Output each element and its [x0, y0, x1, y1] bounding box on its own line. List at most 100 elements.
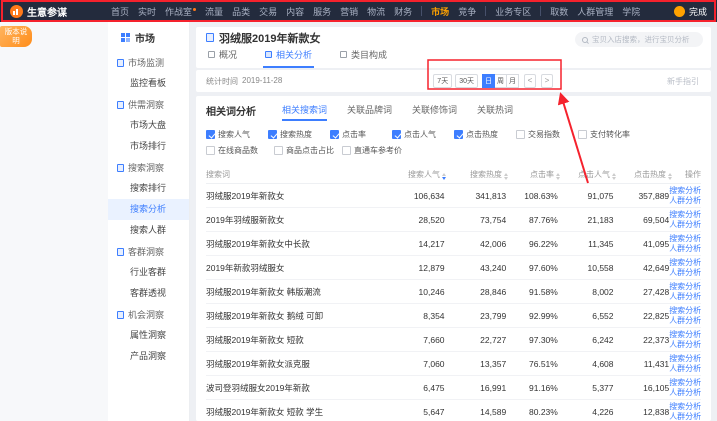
checkbox-icon[interactable] [274, 146, 283, 155]
column-header-搜索热度[interactable]: 搜索热度 [446, 169, 508, 180]
tab-相关分析[interactable]: 相关分析 [263, 46, 314, 68]
subtab-关联品牌词[interactable]: 关联品牌词 [347, 103, 392, 121]
prev-date-button[interactable]: < [524, 74, 536, 88]
filter-点击热度[interactable]: 点击热度 [454, 129, 516, 140]
sort-icon[interactable] [668, 173, 672, 180]
metric-value: 4,226 [558, 407, 614, 417]
checkbox-icon[interactable] [330, 130, 339, 139]
checkbox-icon[interactable] [392, 130, 401, 139]
sidebar-group-供需洞察[interactable]: 供需洞察 [108, 94, 189, 115]
action-人群分析[interactable]: 人群分析 [669, 268, 701, 278]
subtab-关联热词[interactable]: 关联热词 [477, 103, 513, 121]
action-人群分析[interactable]: 人群分析 [669, 412, 701, 421]
action-搜索分析[interactable]: 搜索分析 [669, 186, 701, 196]
action-人群分析[interactable]: 人群分析 [669, 388, 701, 398]
sidebar-group-客群洞察[interactable]: 客群洞察 [108, 241, 189, 262]
checkbox-icon[interactable] [268, 130, 277, 139]
granularity-日[interactable]: 日 [482, 74, 495, 88]
guide-link[interactable]: 新手指引 [667, 76, 699, 87]
nav-item-财务[interactable]: 财务 [394, 5, 412, 18]
sidebar-item-监控看板[interactable]: 监控看板 [108, 73, 189, 94]
sidebar-group-市场监测[interactable]: 市场监测 [108, 52, 189, 73]
nav-item-内容[interactable]: 内容 [286, 5, 304, 18]
sidebar-module-header[interactable]: 市场 [108, 28, 189, 52]
filter-点击率[interactable]: 点击率 [330, 129, 392, 140]
sidebar-item-行业客群[interactable]: 行业客群 [108, 262, 189, 283]
sidebar-group-搜索洞察[interactable]: 搜索洞察 [108, 157, 189, 178]
action-人群分析[interactable]: 人群分析 [669, 292, 701, 302]
action-搜索分析[interactable]: 搜索分析 [669, 234, 701, 244]
action-搜索分析[interactable]: 搜索分析 [669, 330, 701, 340]
subtab-关联修饰词[interactable]: 关联修饰词 [412, 103, 457, 121]
range-button-30天[interactable]: 30天 [455, 74, 478, 88]
app-logo[interactable]: 生意参谋 [10, 4, 67, 19]
column-header-搜索人气[interactable]: 搜索人气 [384, 169, 446, 180]
subtab-相关搜索词[interactable]: 相关搜索词 [282, 103, 327, 121]
filter-商品点击占比[interactable]: 商品点击占比 [274, 145, 342, 156]
filter-支付转化率[interactable]: 支付转化率 [578, 129, 640, 140]
action-搜索分析[interactable]: 搜索分析 [669, 306, 701, 316]
action-人群分析[interactable]: 人群分析 [669, 220, 701, 230]
nav-user[interactable]: 完成 [674, 5, 707, 18]
nav-item-品类[interactable]: 品类 [232, 5, 250, 18]
filter-交易指数[interactable]: 交易指数 [516, 129, 578, 140]
sidebar-item-市场排行[interactable]: 市场排行 [108, 136, 189, 157]
action-搜索分析[interactable]: 搜索分析 [669, 354, 701, 364]
nav-item-服务[interactable]: 服务 [313, 5, 331, 18]
search-input[interactable]: 宝贝入店搜索，进行宝贝分析 [575, 32, 703, 47]
sidebar-item-客群透视[interactable]: 客群透视 [108, 283, 189, 304]
search-term: 羽绒服2019年新款女 鹅绒 可卸 [206, 310, 383, 322]
nav-item-人群管理[interactable]: 人群管理 [577, 5, 613, 18]
checkbox-icon[interactable] [454, 130, 463, 139]
tab-概况[interactable]: 概况 [206, 46, 239, 68]
checkbox-icon[interactable] [206, 146, 215, 155]
sidebar-item-属性洞察[interactable]: 属性洞察 [108, 325, 189, 346]
action-人群分析[interactable]: 人群分析 [669, 340, 701, 350]
action-人群分析[interactable]: 人群分析 [669, 316, 701, 326]
version-note-tag[interactable]: 版本说明 [0, 26, 32, 47]
nav-item-市场[interactable]: 市场 [431, 5, 449, 18]
action-搜索分析[interactable]: 搜索分析 [669, 210, 701, 220]
checkbox-icon[interactable] [516, 130, 525, 139]
nav-item-物流[interactable]: 物流 [367, 5, 385, 18]
nav-item-交易[interactable]: 交易 [259, 5, 277, 18]
action-搜索分析[interactable]: 搜索分析 [669, 258, 701, 268]
sidebar-item-搜索人群[interactable]: 搜索人群 [108, 220, 189, 241]
filter-在线商品数[interactable]: 在线商品数 [206, 145, 274, 156]
sidebar-item-搜索排行[interactable]: 搜索排行 [108, 178, 189, 199]
sidebar-item-搜索分析[interactable]: 搜索分析 [108, 199, 189, 220]
filter-点击人气[interactable]: 点击人气 [392, 129, 454, 140]
nav-item-首页[interactable]: 首页 [111, 5, 129, 18]
action-人群分析[interactable]: 人群分析 [669, 364, 701, 374]
nav-item-流量[interactable]: 流量 [205, 5, 223, 18]
checkbox-icon[interactable] [206, 130, 215, 139]
nav-item-竞争[interactable]: 竞争 [458, 5, 476, 18]
next-date-button[interactable]: > [541, 74, 553, 88]
column-header-点击热度[interactable]: 点击热度 [616, 169, 672, 180]
nav-item-实时[interactable]: 实时 [138, 5, 156, 18]
range-button-7天[interactable]: 7天 [433, 74, 452, 88]
action-搜索分析[interactable]: 搜索分析 [669, 282, 701, 292]
action-搜索分析[interactable]: 搜索分析 [669, 402, 701, 412]
nav-item-作战室[interactable]: 作战室 [165, 5, 196, 18]
nav-item-业务专区[interactable]: 业务专区 [495, 5, 531, 18]
granularity-月[interactable]: 月 [506, 74, 519, 88]
filter-搜索热度[interactable]: 搜索热度 [268, 129, 330, 140]
action-人群分析[interactable]: 人群分析 [669, 196, 701, 206]
action-人群分析[interactable]: 人群分析 [669, 244, 701, 254]
checkbox-icon[interactable] [578, 130, 587, 139]
sidebar-group-机会洞察[interactable]: 机会洞察 [108, 304, 189, 325]
nav-item-营销[interactable]: 营销 [340, 5, 358, 18]
sidebar-item-产品洞察[interactable]: 产品洞察 [108, 346, 189, 367]
checkbox-icon[interactable] [342, 146, 351, 155]
action-搜索分析[interactable]: 搜索分析 [669, 378, 701, 388]
tab-类目构成[interactable]: 类目构成 [338, 46, 389, 68]
filter-直通车参考价[interactable]: 直通车参考价 [342, 145, 410, 156]
column-header-点击率[interactable]: 点击率 [508, 169, 560, 180]
column-header-点击人气[interactable]: 点击人气 [560, 169, 616, 180]
sidebar-item-市场大盘[interactable]: 市场大盘 [108, 115, 189, 136]
nav-item-取数[interactable]: 取数 [550, 5, 568, 18]
metric-value: 69,504 [614, 215, 670, 225]
nav-item-学院[interactable]: 学院 [622, 5, 640, 18]
filter-搜索人气[interactable]: 搜索人气 [206, 129, 268, 140]
